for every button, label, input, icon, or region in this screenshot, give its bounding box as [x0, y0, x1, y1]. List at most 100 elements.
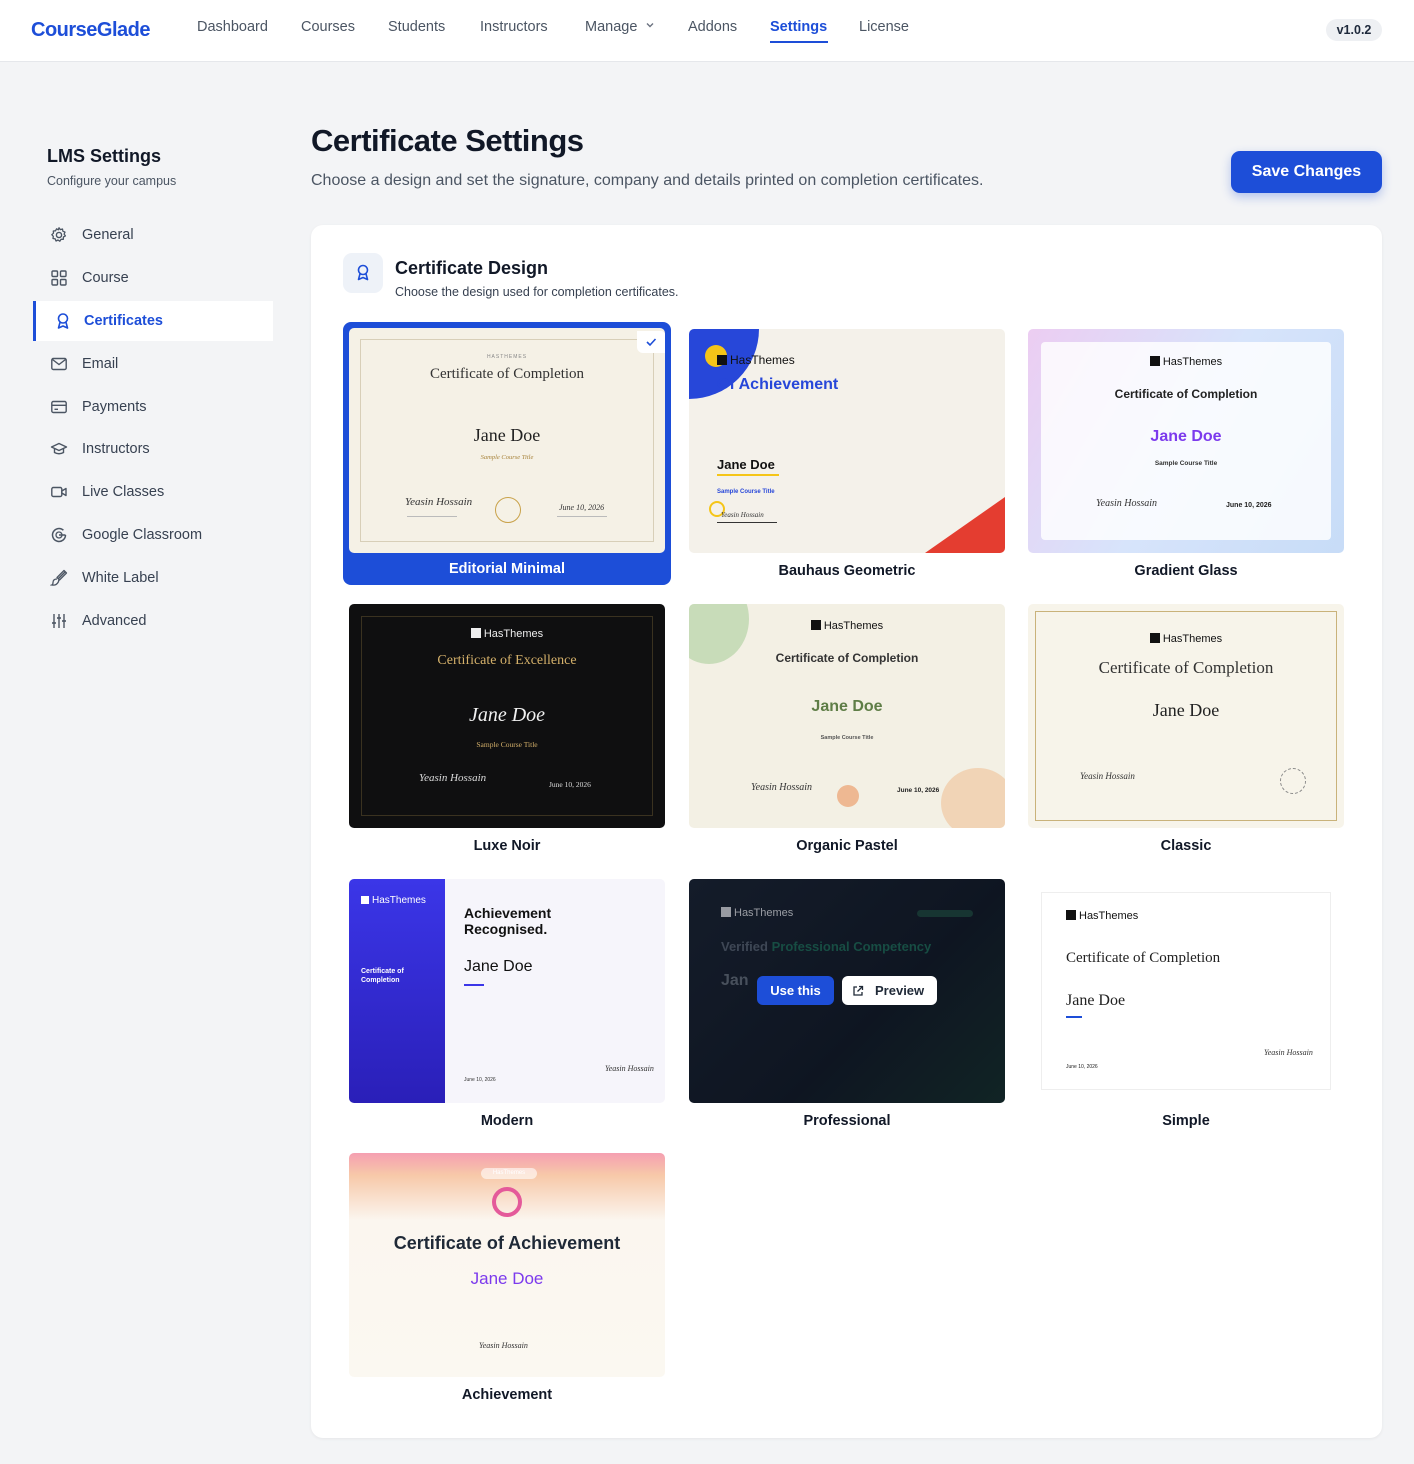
design-classic[interactable]: HasThemes Certificate of Completion Jane…	[1028, 604, 1344, 856]
cert-brand: HasThemes	[1028, 356, 1344, 368]
cert-date: June 10, 2026	[897, 787, 940, 794]
sidebar-item-label: Advanced	[82, 613, 147, 629]
seal-icon	[495, 497, 521, 523]
cert-title: Certificate of Achievement	[393, 1233, 621, 1253]
nav-license[interactable]: License	[859, 19, 909, 35]
design-label: Professional	[803, 1113, 891, 1129]
mail-icon	[51, 357, 67, 371]
version-badge: v1.0.2	[1326, 19, 1382, 41]
seal-icon	[837, 785, 859, 807]
cert-brand-small: HASTHEMES	[486, 354, 528, 360]
check-icon	[646, 338, 657, 347]
sidebar-item-label: Course	[82, 270, 129, 286]
sidebar-item-label: Google Classroom	[82, 527, 203, 543]
preview-label: Preview	[875, 983, 925, 998]
google-icon	[51, 527, 67, 543]
name-underline	[1066, 1016, 1082, 1018]
medal-icon	[492, 1187, 522, 1217]
sidebar-item-advanced[interactable]: Advanced	[33, 601, 273, 641]
nav-dashboard[interactable]: Dashboard	[197, 19, 268, 35]
sidebar-item-label: Certificates	[84, 313, 163, 329]
save-changes-button[interactable]: Save Changes	[1231, 151, 1382, 193]
credit-card-icon	[51, 400, 67, 414]
sidebar-item-live-classes[interactable]: Live Classes	[33, 472, 273, 512]
nav-settings[interactable]: Settings	[770, 19, 827, 35]
sidebar-item-label: Live Classes	[82, 484, 165, 500]
design-bauhaus-geometric[interactable]: HasThemes Of Achievement Jane Doe Sample…	[689, 329, 1005, 581]
preview-button[interactable]: Preview	[842, 976, 937, 1005]
top-nav: CourseGlade Dashboard Courses Students I…	[0, 0, 1414, 62]
cert-title: Of Achievement	[717, 376, 839, 393]
cert-signature: Yeasin Hossain	[721, 511, 764, 519]
use-this-button[interactable]: Use this	[757, 976, 834, 1005]
award-icon	[357, 264, 369, 281]
sidebar-item-instructors[interactable]: Instructors	[33, 429, 273, 469]
cert-brand: HasThemes	[1066, 910, 1138, 922]
design-gradient-glass[interactable]: HasThemes Certificate of Completion Jane…	[1028, 329, 1344, 581]
cert-name: Jane Doe	[811, 698, 883, 715]
seal-icon	[1280, 768, 1306, 794]
brand-logo[interactable]: CourseGlade	[31, 19, 150, 42]
cert-brand: HasThemes	[689, 620, 1005, 632]
sidebar-item-general[interactable]: General	[33, 215, 273, 255]
cert-date: June 10, 2026	[549, 780, 591, 789]
cert-title: Certificate of Completion	[1098, 658, 1274, 677]
brand-text: HasThemes	[823, 620, 884, 632]
name-underline	[717, 474, 779, 476]
sidebar-item-label: Instructors	[82, 441, 150, 457]
cert-name: Jane Doe	[464, 958, 533, 975]
sidebar-item-google-classroom[interactable]: Google Classroom	[33, 515, 273, 555]
design-achievement[interactable]: HasThemes Certificate of Achievement Jan…	[349, 1153, 665, 1405]
design-editorial-minimal[interactable]: HASTHEMES Certificate of Completion Jane…	[343, 322, 671, 585]
nav-courses[interactable]: Courses	[301, 19, 355, 35]
selected-check	[637, 331, 665, 353]
design-label: Achievement	[461, 1387, 553, 1403]
design-thumbnail: HasThemes Certificate of Completion Jane…	[1028, 604, 1344, 828]
sidebar-item-label: General	[82, 227, 134, 243]
cert-name: Jane Doe	[470, 1269, 544, 1288]
cert-date: June 10, 2026	[1066, 1064, 1098, 1070]
nav-students[interactable]: Students	[388, 19, 445, 35]
section-subtitle: Choose the design used for completion ce…	[395, 285, 679, 299]
red-triangle	[925, 497, 1005, 553]
design-professional[interactable]: HasThemes Verified Professional Competen…	[689, 879, 1005, 1131]
design-modern[interactable]: HasThemes Certificate of Completion Achi…	[349, 879, 665, 1131]
design-label: Luxe Noir	[473, 838, 541, 854]
cert-title: Certificate of Completion	[1114, 387, 1258, 401]
cert-brand: HasThemes	[481, 1168, 537, 1179]
cert-brand: HasThemes	[349, 628, 665, 640]
cert-date: June 10, 2026	[464, 1077, 496, 1083]
sidebar-item-email[interactable]: Email	[33, 344, 273, 384]
section-icon	[343, 253, 383, 293]
sidebar-item-label: Payments	[82, 399, 147, 415]
sidebar-item-payments[interactable]: Payments	[33, 387, 273, 427]
cert-course: Sample Course Title	[717, 489, 775, 495]
brand-text: HasThemes	[372, 895, 426, 906]
sidebar-item-course[interactable]: Course	[33, 258, 273, 298]
cert-signature: Yeasin Hossain	[1264, 1048, 1313, 1057]
sidebar-item-certificates[interactable]: Certificates	[33, 301, 273, 341]
nav-instructors[interactable]: Instructors	[480, 19, 548, 35]
brand-text: HasThemes	[1079, 910, 1139, 922]
cert-title: Achievement Recognised.	[464, 905, 552, 937]
graduation-cap-icon	[50, 442, 68, 455]
sliders-icon	[52, 614, 66, 628]
cert-name: Jane Doe	[717, 457, 775, 472]
design-organic-pastel[interactable]: HasThemes Certificate of Completion Jane…	[689, 604, 1005, 856]
nav-manage[interactable]: Manage	[585, 19, 655, 35]
nav-addons[interactable]: Addons	[688, 19, 737, 35]
design-luxe-noir[interactable]: HasThemes Certificate of Excellence Jane…	[349, 604, 665, 856]
cert-course: Sample Course Title	[820, 735, 874, 741]
design-thumbnail: HasThemes Certificate of Completion Jane…	[1028, 329, 1344, 553]
award-icon	[57, 313, 69, 329]
sidebar-item-white-label[interactable]: White Label	[33, 558, 273, 598]
design-thumbnail: HasThemes Of Achievement Jane Doe Sample…	[689, 329, 1005, 553]
cert-brand: HasThemes	[717, 353, 795, 367]
peach-blob	[941, 768, 1005, 828]
signature-line	[407, 516, 457, 517]
side-title: Certificate of Completion	[361, 968, 404, 984]
design-label: Simple	[1162, 1113, 1210, 1129]
brand-text: HasThemes	[1162, 633, 1223, 645]
brand-text: HasThemes	[1162, 356, 1223, 368]
design-simple[interactable]: HasThemes Certificate of Completion Jane…	[1028, 879, 1344, 1131]
